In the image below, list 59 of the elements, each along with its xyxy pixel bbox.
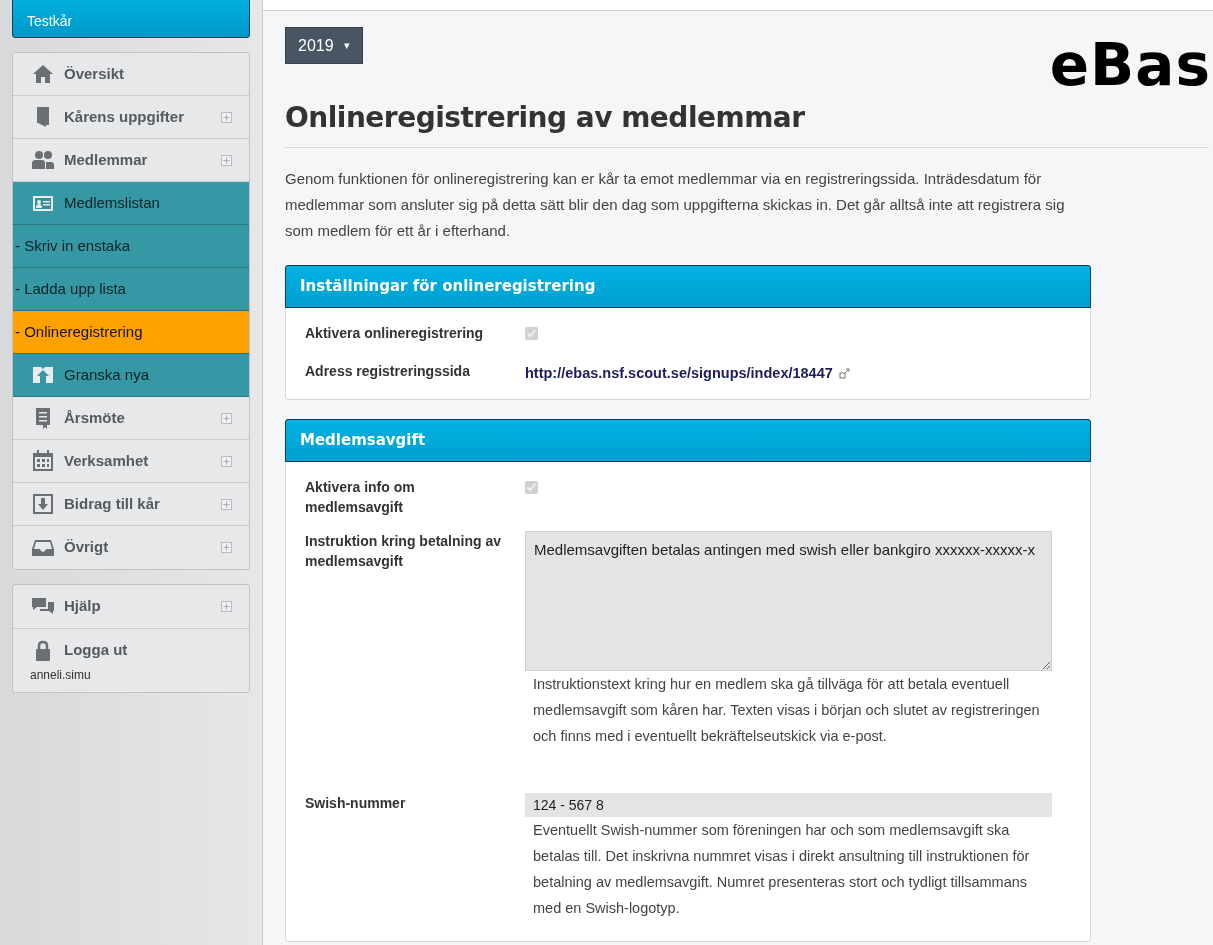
page-title: Onlineregistrering av medlemmar xyxy=(285,97,1209,148)
year-dropdown[interactable]: 2019 ▾ xyxy=(285,27,363,64)
door-icon xyxy=(35,106,51,128)
signup-link[interactable]: http://ebas.nsf.scout.se/signups/index/18447 xyxy=(525,363,850,385)
padlock-icon xyxy=(35,639,51,662)
expand-icon[interactable] xyxy=(221,601,232,612)
expand-icon[interactable] xyxy=(221,412,232,424)
expand-icon[interactable] xyxy=(221,498,232,510)
menu-label: Övrigt xyxy=(64,537,110,558)
sidebar-menu-item[interactable]: Översikt xyxy=(13,53,249,96)
help-text: Eventuellt Swish-nummer som föreningen har och som medlemsavgift ska betalas till. Det inskrivna nummret visas i direkt ansultning till instruktionen för betalning av medlemsavgift. Numret presenteras stort och tydligt tillsammans med en Swish-logotyp. xyxy=(532,821,1031,918)
tray-icon xyxy=(31,538,55,557)
menu-label: - Skriv in enstaka xyxy=(15,235,131,256)
menu-label: Bidrag till kår xyxy=(64,493,161,514)
menu-label: - Onlineregistrering xyxy=(15,321,143,342)
organization-name: Testkår xyxy=(12,0,250,38)
menu-label: Medlemslistan xyxy=(64,192,160,213)
menu-label: Hjälp xyxy=(64,596,102,617)
field-label: Aktivera onlineregistrering xyxy=(305,324,485,343)
people-icon xyxy=(31,150,55,170)
menu-label: Verksamhet xyxy=(64,450,150,471)
expand-icon[interactable] xyxy=(221,154,232,166)
menu-label: Medlemmar xyxy=(64,149,149,170)
menu-label: Årsmöte xyxy=(64,407,126,428)
panel-header: Medlemsavgift xyxy=(285,419,1091,462)
calendar-icon xyxy=(32,450,54,472)
field-label: Aktivera info om medlemsavgift xyxy=(305,478,416,517)
sidebar-submenu-item[interactable]: - Skriv in enstaka xyxy=(13,225,249,268)
sidebar-menu-item[interactable]: Hjälp xyxy=(13,585,249,628)
download-box-icon xyxy=(32,493,54,515)
menu-label: Översikt xyxy=(64,63,126,84)
menu-label: - Ladda upp lista xyxy=(15,278,126,299)
home-icon xyxy=(32,64,54,84)
help-text: Instruktionstext kring hur en medlem ska gå tillväga för att betala eventuell medlemsavgift som kåren har. Texten visas i början och slutet av registreringen och finns med i eventuellt bekräftelseutskick via e-post. xyxy=(532,675,1041,746)
input-field[interactable]: 124 - 567 8 xyxy=(525,793,1052,817)
panel-header: Inställningar för onlineregistrering xyxy=(285,265,1091,308)
sidebar-submenu-item[interactable]: - Onlineregistrering xyxy=(13,311,249,354)
sidebar-submenu-item[interactable]: - Ladda upp lista xyxy=(13,268,249,311)
field-label: Swish-nummer xyxy=(305,794,407,813)
caret-icon: ▾ xyxy=(343,37,350,54)
sidebar-submenu-item[interactable]: Medlemslistan xyxy=(13,182,249,225)
sidebar-submenu-item[interactable]: Granska nya xyxy=(13,354,249,397)
document-icon xyxy=(35,407,51,429)
menu-label: Logga ut xyxy=(64,640,129,661)
intro-text: Genom funktionen för onlineregistrering kan er kår ta emot medlemmar via en registreringssida. Inträdesdatum för medlemmar som ansluter sig på detta sätt blir den dag som uppgifterna skickas in. Det går alltså inte att registrera sig som medlem för ett år i efterhand. xyxy=(285,169,1066,241)
menu-label: Kårens uppgifter xyxy=(64,106,185,127)
expand-icon[interactable] xyxy=(221,455,232,467)
username: anneli.simu xyxy=(29,667,92,684)
field-label: Instruktion kring betalning av medlemsavgift xyxy=(305,532,503,571)
expand-icon[interactable] xyxy=(221,542,232,553)
text-area[interactable]: Medlemsavgiften betalas antingen med swish eller bankgiro xxxxxx-xxxxx-x xyxy=(525,531,1052,671)
menu-label: Granska nya xyxy=(64,364,150,385)
logo: eBas xyxy=(1049,35,1211,95)
external-link-icon xyxy=(838,368,850,380)
expand-icon[interactable] xyxy=(221,111,232,123)
id-card-icon xyxy=(32,194,54,212)
house-arrow-icon xyxy=(32,366,54,384)
field-label: Adress registreringssida xyxy=(305,362,471,381)
speech-bubbles-icon xyxy=(31,596,55,617)
